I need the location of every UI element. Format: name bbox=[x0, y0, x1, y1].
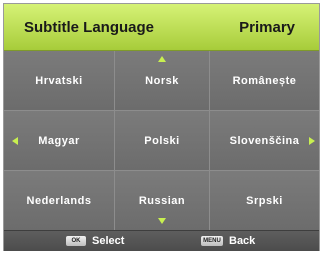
back-hint: Back bbox=[229, 235, 256, 247]
language-option-slovenscina[interactable]: Slovenščina bbox=[210, 111, 319, 170]
language-option-nederlands[interactable]: Nederlands bbox=[4, 171, 114, 230]
grid-divider bbox=[4, 110, 319, 111]
dialog-title: Subtitle Language bbox=[24, 19, 155, 36]
primary-label: Primary bbox=[239, 19, 295, 36]
scroll-down-arrow-icon[interactable] bbox=[158, 218, 166, 224]
language-option-hrvatski[interactable]: Hrvatski bbox=[4, 51, 114, 110]
language-option-srpski[interactable]: Srpski bbox=[210, 171, 319, 230]
ok-key-icon: OK bbox=[66, 236, 86, 246]
subtitle-language-dialog: Subtitle Language Primary Hrvatski Norsk… bbox=[3, 3, 320, 251]
scroll-up-arrow-icon[interactable] bbox=[158, 56, 166, 62]
language-option-polski[interactable]: Polski bbox=[115, 111, 209, 170]
language-option-magyar[interactable]: Magyar bbox=[4, 111, 114, 170]
footer-hint-bar: OK Select MENU Back bbox=[4, 230, 319, 251]
grid-divider bbox=[4, 170, 319, 171]
scroll-right-arrow-icon[interactable] bbox=[309, 137, 315, 145]
scroll-left-arrow-icon[interactable] bbox=[12, 137, 18, 145]
language-grid: Hrvatski Norsk Românește Magyar Polski S… bbox=[4, 51, 319, 230]
dialog-header: Subtitle Language Primary bbox=[4, 4, 319, 51]
select-hint: Select bbox=[92, 235, 125, 247]
grid-divider bbox=[114, 51, 115, 230]
grid-divider bbox=[209, 51, 210, 230]
menu-key-icon: MENU bbox=[201, 236, 223, 246]
language-option-romaneste[interactable]: Românește bbox=[210, 51, 319, 110]
